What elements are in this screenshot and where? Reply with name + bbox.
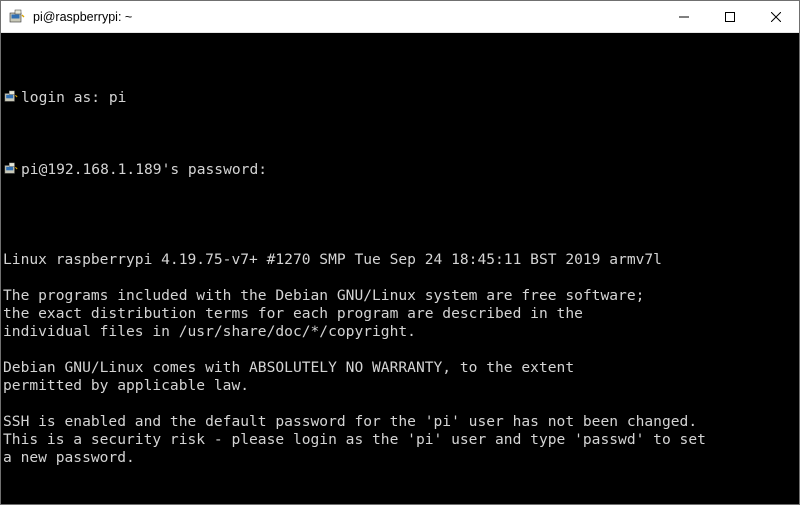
motd-block: Linux raspberrypi 4.19.75-v7+ #1270 SMP … <box>3 251 797 485</box>
password-prompt-text: pi@192.168.1.189's password: <box>21 161 267 179</box>
motd-line: the exact distribution terms for each pr… <box>3 305 797 323</box>
terminal-area[interactable]: login as: pi pi@192.168.1.189's password… <box>1 33 799 504</box>
putty-small-icon <box>3 89 19 105</box>
motd-line: Linux raspberrypi 4.19.75-v7+ #1270 SMP … <box>3 251 797 269</box>
motd-line <box>3 341 797 359</box>
window-title: pi@raspberrypi: ~ <box>33 10 661 24</box>
window-controls <box>661 1 799 32</box>
motd-line: Debian GNU/Linux comes with ABSOLUTELY N… <box>3 359 797 377</box>
putty-window: pi@raspberrypi: ~ logi <box>0 0 800 505</box>
motd-line: The programs included with the Debian GN… <box>3 287 797 305</box>
motd-line <box>3 269 797 287</box>
putty-small-icon <box>3 161 19 177</box>
close-button[interactable] <box>753 1 799 32</box>
motd-line: This is a security risk - please login a… <box>3 431 797 449</box>
maximize-button[interactable] <box>707 1 753 32</box>
login-line: login as: pi <box>3 89 797 107</box>
motd-line: individual files in /usr/share/doc/*/cop… <box>3 323 797 341</box>
minimize-button[interactable] <box>661 1 707 32</box>
login-prompt-text: login as: <box>21 89 109 106</box>
titlebar[interactable]: pi@raspberrypi: ~ <box>1 1 799 33</box>
motd-line <box>3 467 797 485</box>
motd-line <box>3 395 797 413</box>
password-line: pi@192.168.1.189's password: <box>3 161 797 179</box>
motd-line: a new password. <box>3 449 797 467</box>
login-user-text: pi <box>109 89 127 106</box>
putty-icon <box>9 9 25 25</box>
motd-line: SSH is enabled and the default password … <box>3 413 797 431</box>
motd-line: permitted by applicable law. <box>3 377 797 395</box>
